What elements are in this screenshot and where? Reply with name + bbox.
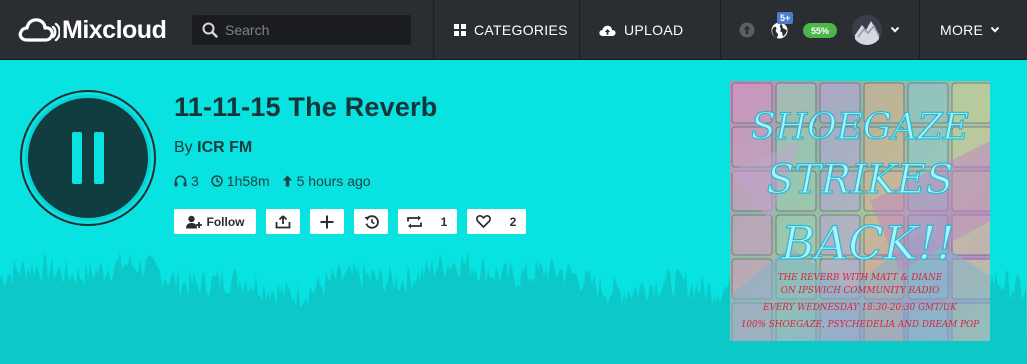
repost-icon <box>407 215 422 228</box>
repost-button[interactable]: 1 <box>398 209 457 234</box>
action-buttons: Follow 1 2 <box>174 209 536 234</box>
pause-bar-right <box>94 132 104 184</box>
show-artwork[interactable]: SHOEGAZE STRIKES BACK!! THE REVERB WITH … <box>730 81 990 341</box>
clock-icon <box>211 175 223 187</box>
search-box[interactable] <box>192 15 411 45</box>
play-count: 3 <box>174 173 199 189</box>
more-label: MORE <box>940 22 984 38</box>
artwork-headline-1: SHOEGAZE <box>751 107 969 148</box>
artwork-line-4: 100% SHOEGAZE, PSYCHEDELIA AND DREAM POP <box>741 320 980 330</box>
duration: 1h58m <box>211 173 270 189</box>
listen-later-button[interactable] <box>354 209 388 234</box>
user-plus-icon <box>185 215 202 228</box>
activity-button[interactable] <box>739 0 755 60</box>
show-owner-link[interactable]: ICR FM <box>197 139 252 156</box>
history-icon <box>364 214 379 229</box>
pause-bar-left <box>72 132 82 184</box>
upload-label: UPLOAD <box>624 22 684 38</box>
repost-count: 1 <box>440 214 448 229</box>
brand-name: Mixcloud <box>62 16 167 44</box>
pause-button[interactable] <box>20 90 156 226</box>
artwork-line-1: THE REVERB WITH MATT & DIANE <box>778 273 943 283</box>
by-prefix: By <box>174 139 193 156</box>
favorite-count: 2 <box>509 214 517 229</box>
upload-progress-badge: 55% <box>803 23 837 38</box>
artwork-line-3: EVERY WEDNESDAY 18:30-20:30 GMT/UK <box>762 303 957 313</box>
globe-icon <box>771 22 788 38</box>
play-count-value: 3 <box>191 173 199 189</box>
favorite-button[interactable]: 2 <box>467 209 526 234</box>
upload-time-value: 5 hours ago <box>296 173 371 189</box>
more-menu-button[interactable]: MORE <box>940 0 1000 60</box>
heart-icon <box>476 215 491 228</box>
artwork-headline-3: BACK!! <box>780 216 955 270</box>
upload-time: 5 hours ago <box>282 173 371 189</box>
heart-icon-wrap <box>467 215 500 228</box>
chevron-down-icon[interactable] <box>890 26 900 34</box>
notifications-button[interactable] <box>771 0 788 60</box>
search-icon <box>202 22 218 38</box>
top-navigation-bar: Mixcloud CATEGORIES UPLOAD <box>0 0 1027 60</box>
upload-button[interactable]: UPLOAD <box>599 0 683 60</box>
add-to-playlist-button[interactable] <box>310 209 344 234</box>
divider <box>919 0 920 60</box>
mixcloud-logo[interactable]: Mixcloud <box>18 15 167 45</box>
grid-icon <box>454 24 466 36</box>
cloud-upload-icon <box>599 25 616 36</box>
notifications-count-badge: 5+ <box>777 12 794 24</box>
categories-button[interactable]: CATEGORIES <box>454 0 568 60</box>
divider <box>433 0 434 60</box>
cloud-logo-icon <box>18 18 60 42</box>
show-byline: By ICR FM <box>174 139 252 157</box>
follow-label: Follow <box>206 214 245 229</box>
arrow-up-circle-icon <box>739 22 755 38</box>
artwork-line-2: ON IPSWICH COMMUNITY RADIO <box>781 286 940 296</box>
avatar-image <box>852 15 882 45</box>
duration-value: 1h58m <box>226 173 270 189</box>
user-avatar[interactable] <box>852 15 882 45</box>
repost-icon-wrap <box>398 215 431 229</box>
categories-label: CATEGORIES <box>474 22 568 38</box>
divider <box>720 0 721 60</box>
headphones-icon <box>174 175 187 187</box>
plus-icon <box>320 215 334 228</box>
show-title[interactable]: 11-11-15 The Reverb <box>174 92 437 123</box>
pause-icon <box>25 95 151 221</box>
artwork-panel <box>731 214 773 256</box>
show-stats: 3 1h58m 5 hours ago <box>174 173 383 189</box>
share-button[interactable] <box>266 209 300 234</box>
artwork-headline-2: STRIKES <box>767 157 953 203</box>
search-input[interactable] <box>225 22 395 38</box>
share-icon <box>275 214 291 228</box>
artwork-image: SHOEGAZE STRIKES BACK!! THE REVERB WITH … <box>730 81 990 341</box>
follow-button[interactable]: Follow <box>174 209 256 234</box>
chevron-down-icon <box>990 26 1000 33</box>
divider <box>579 0 580 60</box>
arrow-up-icon <box>282 175 292 187</box>
